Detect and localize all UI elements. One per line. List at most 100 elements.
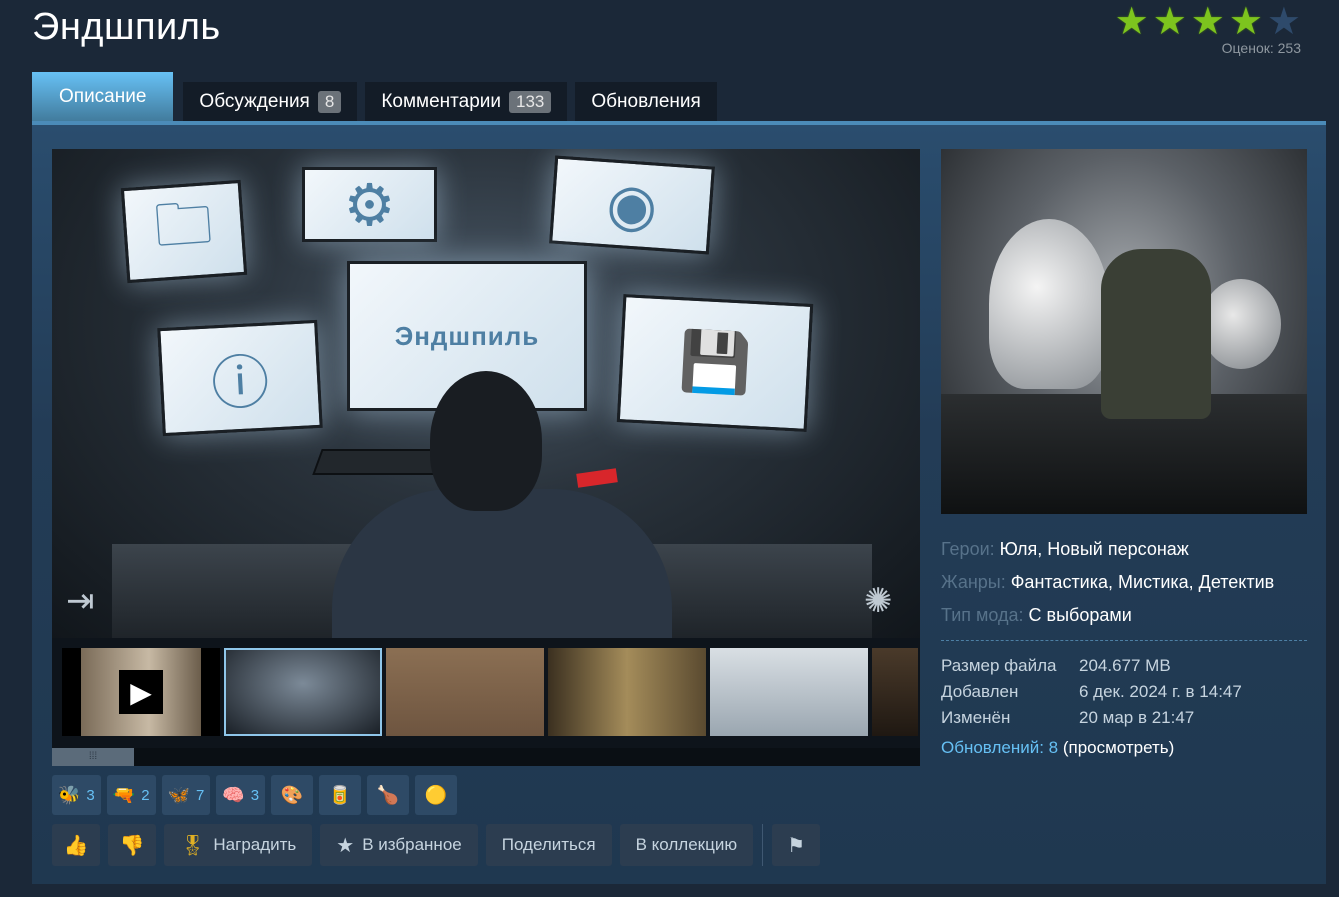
changed-date-value: 20 мар в 21:47 — [1079, 708, 1195, 727]
tab-label: Обновления — [591, 91, 701, 112]
person-illustration — [332, 489, 672, 638]
collection-button-label: В коллекцию — [635, 835, 738, 854]
palette-icon: 🎨 — [280, 784, 304, 805]
character-illustration — [1101, 249, 1211, 419]
thumbs-down-icon: 👎 — [119, 834, 145, 857]
award-count: 7 — [195, 786, 205, 804]
updates-link[interactable]: Обновлений: 8 — [941, 738, 1058, 757]
red-ribbon-illustration — [576, 468, 618, 488]
star-icon: ★ — [1114, 1, 1149, 43]
gear-icon: ⚙ — [302, 167, 437, 242]
tab-description[interactable]: Описание — [32, 72, 174, 122]
tab-comments[interactable]: Комментарии 133 — [365, 82, 568, 122]
stat-label: Изменён — [941, 708, 1011, 727]
file-size-value: 204.677 MB — [1079, 656, 1171, 675]
tag-row-heroes: Герои: Юля, Новый персонаж — [941, 533, 1307, 566]
favorite-button[interactable]: ★ В избранное — [320, 824, 478, 866]
drumstick-icon: 🍗 — [376, 784, 400, 805]
info-icon: ⓘ — [157, 319, 323, 437]
page-title: Эндшпиль — [32, 6, 221, 48]
save-icon: 💾 — [616, 294, 814, 432]
award-count: 3 — [86, 786, 95, 804]
main-screenshot[interactable]: 🗀 ⚙ ◉ Эндшпиль ⓘ 💾 ⇥ ✺ — [52, 149, 920, 638]
award-badge[interactable]: 🧠 3 — [216, 775, 266, 815]
award-button[interactable]: 🎖 Наградить — [164, 824, 313, 866]
tag-value-genres[interactable]: Фантастика, Мистика, Детектив — [1011, 572, 1275, 592]
rating-stars: ★ ★ ★ ★ ★ — [1115, 2, 1301, 42]
tag-label: Тип мода: — [941, 605, 1024, 625]
share-button-label: Поделиться — [501, 835, 596, 854]
tab-count-badge: 133 — [508, 91, 552, 113]
tag-value-heroes[interactable]: Юля, Новый персонаж — [1000, 539, 1189, 559]
award-badge[interactable]: 🥫 — [319, 775, 362, 815]
thumbnail[interactable] — [548, 648, 706, 736]
tag-row-modtype: Тип мода: С выборами — [941, 599, 1307, 632]
thumbs-down-button[interactable]: 👎 — [108, 824, 156, 866]
thumbnail-selected[interactable] — [224, 648, 382, 736]
tab-count-badge: 8 — [317, 91, 342, 113]
thumbs-up-icon: 👍 — [63, 834, 89, 857]
report-button[interactable]: ⚑ — [772, 824, 821, 866]
rating: ★ ★ ★ ★ ★ Оценок: 253 — [1115, 2, 1301, 56]
award-badge[interactable]: 🦋 7 — [161, 775, 211, 815]
exit-icon: ⇥ — [66, 582, 95, 620]
thumbnail[interactable] — [386, 648, 544, 736]
tag-label: Жанры: — [941, 572, 1006, 592]
tag-value-modtype[interactable]: С выборами — [1029, 605, 1132, 625]
coin-icon: 🟡 — [424, 784, 448, 805]
award-badge[interactable]: 🐝 3 — [52, 775, 101, 815]
content-panel: 🗀 ⚙ ◉ Эндшпиль ⓘ 💾 ⇥ ✺ ▶ ⁞⁞⁞ Герои: Юля,… — [32, 121, 1326, 884]
award-count: 2 — [141, 786, 150, 804]
pistol-icon: 🔫 — [112, 784, 136, 805]
tab-label: Описание — [59, 86, 147, 107]
tag-label: Герои: — [941, 539, 995, 559]
tab-updates[interactable]: Обновления — [575, 82, 717, 122]
stat-label: Добавлен — [941, 682, 1019, 701]
logo-icon: ✺ — [864, 582, 893, 620]
tab-bar: Описание Обсуждения 8 Комментарии 133 Об… — [32, 72, 717, 122]
award-list: 🐝 3 🔫 2 🦋 7 🧠 3 🎨 🥫 🍗 🟡 — [52, 775, 458, 815]
award-badge[interactable]: 🎨 — [271, 775, 314, 815]
divider — [941, 640, 1307, 641]
play-icon: ▶ — [119, 670, 163, 714]
thumbnail[interactable] — [710, 648, 868, 736]
add-to-collection-button[interactable]: В коллекцию — [619, 824, 754, 866]
divider — [762, 824, 764, 866]
preview-image[interactable] — [941, 149, 1307, 514]
thumbnail-scrollbar[interactable]: ⁞⁞⁞ — [52, 748, 920, 766]
added-date-value: 6 дек. 2024 г. в 14:47 — [1079, 682, 1242, 701]
brain-icon: 🧠 — [222, 784, 245, 805]
star-icon: ★ — [1266, 1, 1301, 43]
scroll-handle[interactable]: ⁞⁞⁞ — [52, 748, 134, 766]
star-icon: ★ — [1228, 1, 1263, 43]
award-badge[interactable]: 🔫 2 — [106, 775, 156, 815]
thumbnail-strip: ▶ ⁞⁞⁞ — [52, 638, 920, 766]
updates-view-link[interactable]: (просмотреть) — [1063, 738, 1174, 757]
award-badge[interactable]: 🟡 — [415, 775, 458, 815]
favorite-button-label: В избранное — [362, 835, 462, 854]
action-bar: 👍 👎 🎖 Наградить ★ В избранное Поделиться В… — [52, 824, 821, 866]
star-icon: ★ — [336, 834, 355, 857]
thumbs-up-button[interactable]: 👍 — [52, 824, 100, 866]
tag-list: Герои: Юля, Новый персонаж Жанры: Фантас… — [941, 533, 1307, 632]
tag-row-genres: Жанры: Фантастика, Мистика, Детектив — [941, 566, 1307, 599]
file-stats: Размер файла 204.677 MB Добавлен 6 дек. … — [941, 653, 1242, 761]
award-badge[interactable]: 🍗 — [367, 775, 410, 815]
chess-pawn-illustration — [1201, 279, 1281, 369]
chess-pawn-illustration — [989, 219, 1109, 389]
stat-label: Размер файла — [941, 656, 1057, 675]
updates-line: Обновлений: 8 (просмотреть) — [941, 735, 1242, 761]
star-icon: ★ — [1190, 1, 1225, 43]
award-button-label: Наградить — [213, 835, 297, 854]
share-button[interactable]: Поделиться — [485, 824, 612, 866]
medal-icon: 🎖 — [180, 834, 206, 857]
folder-icon: 🗀 — [120, 179, 248, 284]
thumbnail[interactable] — [872, 648, 918, 736]
video-thumbnail[interactable]: ▶ — [62, 648, 220, 736]
tab-discussions[interactable]: Обсуждения 8 — [183, 82, 358, 122]
tab-label: Обсуждения — [199, 91, 310, 112]
tab-label: Комментарии — [381, 91, 501, 112]
flag-icon: ⚑ — [787, 834, 806, 857]
award-count: 3 — [250, 786, 260, 804]
camera-icon: ◉ — [549, 155, 715, 255]
